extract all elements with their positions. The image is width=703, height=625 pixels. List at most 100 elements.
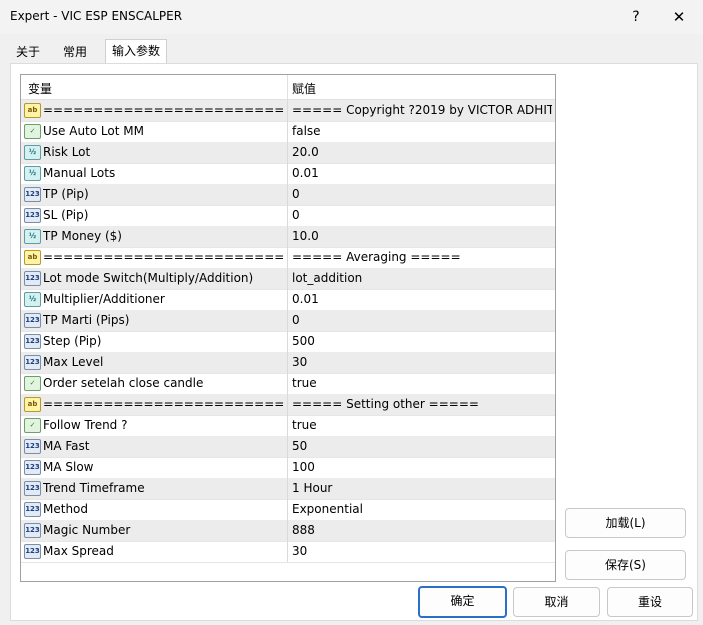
parameter-name: MA Fast [43,439,90,453]
parameter-row[interactable]: 123 Method Exponential [21,499,555,521]
grid-header: 变量 赋值 [21,75,555,100]
parameter-name: Lot mode Switch(Multiply/Addition) [43,271,254,285]
column-divider[interactable] [287,75,288,99]
cell-divider [287,142,288,163]
cell-divider [287,289,288,310]
parameter-value[interactable]: 0.01 [292,292,552,306]
cell-divider [287,373,288,394]
parameters-grid[interactable]: 变量 赋值 ab =========================... ====… [20,74,556,582]
save-button[interactable]: 保存(S) [565,550,686,580]
parameter-value[interactable]: Exponential [292,502,552,516]
parameter-name: Trend Timeframe [43,481,145,495]
parameter-row[interactable]: 123 MA Fast 50 [21,436,555,458]
parameter-row[interactable]: 123 Magic Number 888 [21,520,555,542]
cell-divider [287,247,288,268]
parameter-row[interactable]: ½ Manual Lots 0.01 [21,163,555,185]
parameter-value[interactable]: 100 [292,460,552,474]
parameter-value[interactable]: 50 [292,439,552,453]
boolean-type-icon: ✓ [24,124,41,139]
parameter-name: MA Slow [43,460,94,474]
parameter-value[interactable]: 0 [292,313,552,327]
parameter-name: Method [43,502,89,516]
cell-divider [287,331,288,352]
parameter-value[interactable]: 888 [292,523,552,537]
integer-type-icon: 123 [24,187,41,202]
cell-divider [287,394,288,415]
boolean-type-icon: ✓ [24,418,41,433]
parameter-name: Max Spread [43,544,114,558]
parameter-row[interactable]: 123 Trend Timeframe 1 Hour [21,478,555,500]
parameter-value[interactable]: 500 [292,334,552,348]
column-header-value[interactable]: 赋值 [292,80,316,97]
parameter-row[interactable]: 123 Lot mode Switch(Multiply/Addition) lot… [21,268,555,290]
parameter-row[interactable]: ab =========================... ===== Aver… [21,247,555,269]
cell-divider [287,457,288,478]
integer-type-icon: 123 [24,439,41,454]
cell-divider [287,499,288,520]
load-button[interactable]: 加载(L) [565,508,686,538]
boolean-type-icon: ✓ [24,376,41,391]
parameter-name: Follow Trend ? [43,418,128,432]
parameter-row[interactable]: ½ Risk Lot 20.0 [21,142,555,164]
integer-type-icon: 123 [24,355,41,370]
parameter-name: Step (Pip) [43,334,102,348]
parameter-value[interactable]: 10.0 [292,229,552,243]
cell-divider [287,436,288,457]
integer-type-icon: 123 [24,313,41,328]
tab-common[interactable]: 常用 [57,41,93,63]
parameter-row[interactable]: 123 TP (Pip) 0 [21,184,555,206]
parameter-row[interactable]: 123 Max Level 30 [21,352,555,374]
close-button[interactable]: ✕ [668,6,690,28]
parameter-row[interactable]: 123 SL (Pip) 0 [21,205,555,227]
parameter-row[interactable]: ½ TP Money ($) 10.0 [21,226,555,248]
parameter-name: =========================... [43,250,283,264]
parameter-row[interactable]: ✓ Use Auto Lot MM false [21,121,555,143]
parameter-value[interactable]: 0.01 [292,166,552,180]
parameter-name: Use Auto Lot MM [43,124,144,138]
parameter-value[interactable]: 30 [292,355,552,369]
parameter-row[interactable]: ab =========================... ===== Sett… [21,394,555,416]
parameter-row[interactable]: 123 Max Spread 30 [21,541,555,563]
tab-about[interactable]: 关于 [10,41,46,63]
cell-divider [287,352,288,373]
cell-divider [287,520,288,541]
parameter-value[interactable]: 1 Hour [292,481,552,495]
parameter-row[interactable]: 123 MA Slow 100 [21,457,555,479]
help-button[interactable]: ? [626,6,646,28]
parameter-row[interactable]: ½ Multiplier/Additioner 0.01 [21,289,555,311]
parameter-value[interactable]: 0 [292,187,552,201]
parameter-row[interactable]: 123 Step (Pip) 500 [21,331,555,353]
cell-divider [287,184,288,205]
cell-divider [287,478,288,499]
parameter-name: Max Level [43,355,104,369]
parameter-value[interactable]: true [292,376,552,390]
parameter-name: Order setelah close candle [43,376,204,390]
cell-divider [287,121,288,142]
parameter-row[interactable]: ✓ Order setelah close candle true [21,373,555,395]
string-type-icon: ab [24,397,41,412]
integer-type-icon: 123 [24,502,41,517]
cancel-button[interactable]: 取消 [513,587,600,617]
parameter-row[interactable]: ✓ Follow Trend ? true [21,415,555,437]
parameter-value[interactable]: ===== Setting other ===== [292,397,552,411]
tab-input-parameters[interactable]: 输入参数 [105,39,168,64]
parameter-row[interactable]: ab =========================... ===== Copy… [21,100,555,122]
integer-type-icon: 123 [24,523,41,538]
parameter-value[interactable]: 30 [292,544,552,558]
parameter-value[interactable]: lot_addition [292,271,552,285]
reset-button[interactable]: 重设 [607,587,693,617]
cell-divider [287,205,288,226]
column-header-variable[interactable]: 变量 [28,80,52,97]
parameter-value[interactable]: false [292,124,552,138]
parameter-value[interactable]: true [292,418,552,432]
cell-divider [287,541,288,562]
parameter-value[interactable]: ===== Averaging ===== [292,250,552,264]
parameter-value[interactable]: 20.0 [292,145,552,159]
cell-divider [287,163,288,184]
ok-button[interactable]: 确定 [418,586,507,618]
integer-type-icon: 123 [24,334,41,349]
double-type-icon: ½ [24,229,41,244]
parameter-value[interactable]: ===== Copyright ?2019 by VICTOR ADHIT... [292,103,552,117]
parameter-value[interactable]: 0 [292,208,552,222]
parameter-row[interactable]: 123 TP Marti (Pips) 0 [21,310,555,332]
